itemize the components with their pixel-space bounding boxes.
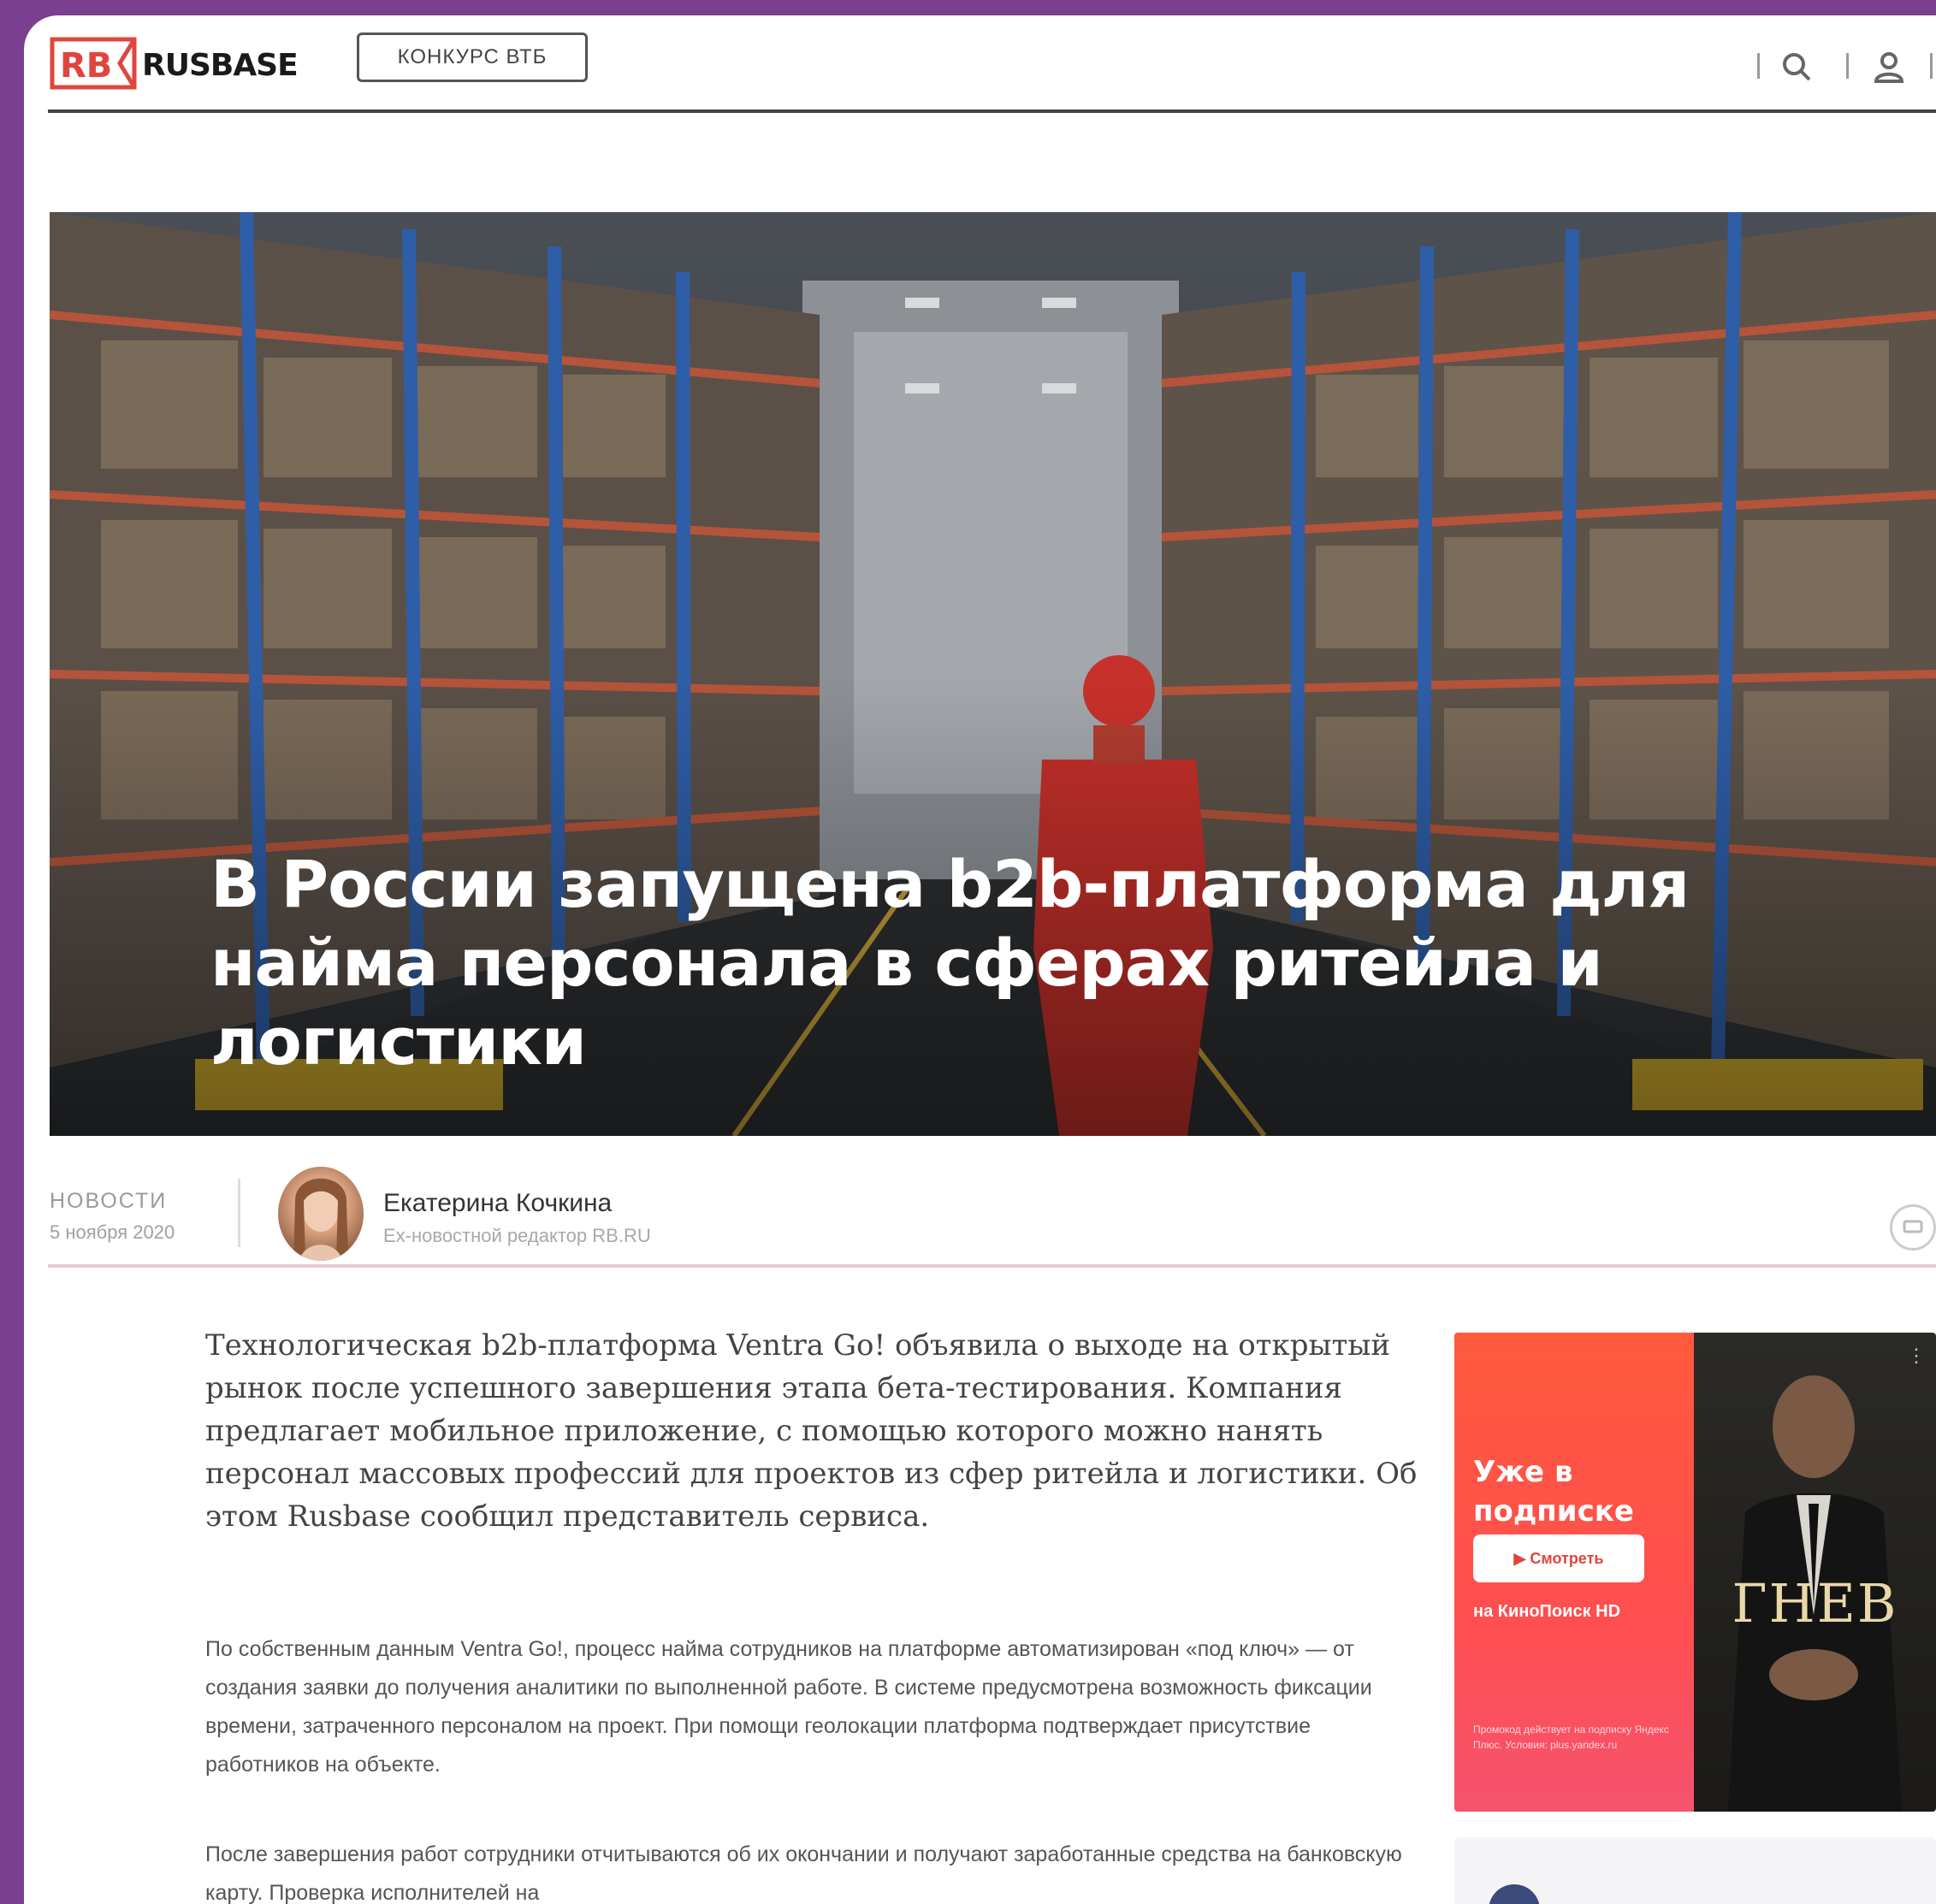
header-divider: [1846, 53, 1849, 79]
ad-movie-title: ГНЕВ: [1732, 1572, 1898, 1635]
article-paragraph: После завершения работ сотрудники отчиты…: [205, 1842, 1402, 1904]
article-title: В России запущена b2b-платформа для найм…: [210, 846, 1690, 1079]
publish-date: 5 ноября 2020: [50, 1221, 175, 1243]
ad-headline: Уже в подписке: [1473, 1455, 1634, 1529]
contest-button[interactable]: КОНКУРС ВТБ: [357, 33, 588, 82]
ad-platform: на КиноПоиск HD: [1473, 1602, 1621, 1621]
article-lead: Технологическая b2b-платформа Ventra Go!…: [205, 1328, 1418, 1534]
author-role: Ex-новостной редактор RB.RU: [383, 1225, 651, 1246]
ad-menu-icon[interactable]: ⋮: [1907, 1345, 1926, 1367]
hero-image: В России запущена b2b-платформа для найм…: [50, 212, 1936, 1136]
article-byline: НОВОСТИ 5 ноября 2020 Екатерина Кочкина …: [24, 1144, 1936, 1273]
browser-page: RB RUSBASE КОНКУРС ВТБ В России запущена…: [24, 15, 1936, 1904]
header-divider: [1757, 53, 1760, 79]
author-avatar[interactable]: [278, 1167, 364, 1261]
author-name[interactable]: Екатерина Кочкина: [383, 1189, 612, 1218]
search-icon[interactable]: [1779, 50, 1814, 84]
user-icon[interactable]: [1872, 50, 1906, 84]
sidebar-card: [1454, 1837, 1936, 1904]
byline-divider: [238, 1179, 240, 1247]
ad-banner[interactable]: Уже в подписке ▶ Смотреть на КиноПоиск H…: [1454, 1333, 1936, 1812]
ad-watch-button[interactable]: ▶ Смотреть: [1473, 1534, 1644, 1582]
section-link[interactable]: НОВОСТИ: [50, 1189, 167, 1214]
header-rule: [48, 109, 1936, 113]
site-wordmark[interactable]: RUSBASE: [142, 48, 299, 83]
rb-logo-icon: RB: [50, 37, 137, 90]
comments-icon[interactable]: [1890, 1204, 1936, 1251]
article-paragraph: По собственным данным Ventra Go!, процес…: [205, 1637, 1372, 1777]
ad-fine-print: Промокод действует на подписку Яндекс Пл…: [1473, 1724, 1669, 1751]
byline-rule: [48, 1264, 1936, 1268]
svg-text:RB: RB: [60, 46, 112, 86]
sidebar-card-avatar: [1489, 1884, 1540, 1904]
header-divider: [1930, 53, 1933, 79]
site-header: RB RUSBASE КОНКУРС ВТБ: [24, 15, 1936, 111]
site-logo[interactable]: RB: [50, 34, 152, 92]
